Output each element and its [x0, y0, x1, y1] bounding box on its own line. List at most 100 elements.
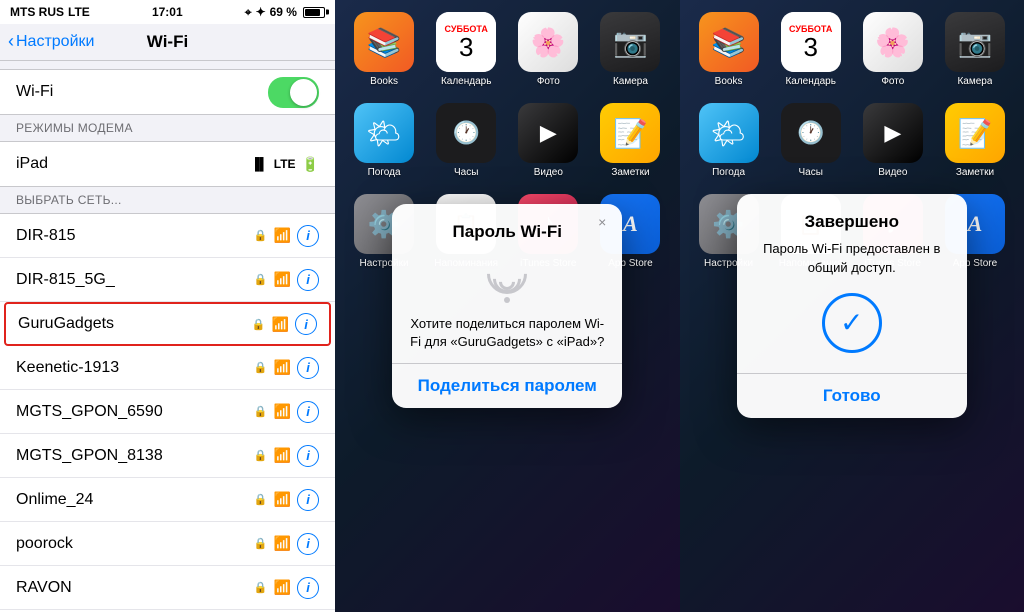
app-icon[interactable]: ▶ Видео: [860, 103, 926, 178]
back-chevron-icon: ‹: [8, 31, 14, 52]
app-icon-img: 🕐: [436, 103, 496, 163]
wifi-signal-icon: 📶: [274, 403, 291, 420]
modem-row[interactable]: iPad ▐▌ LTE 🔋: [0, 142, 335, 186]
wifi-dialog-title: Пароль Wi-Fi: [453, 222, 562, 242]
app-icon-img: 📚: [354, 12, 414, 72]
wifi-signal-icon: 📶: [274, 227, 291, 244]
back-button[interactable]: ‹ Настройки: [8, 32, 94, 52]
network-right: 🔒📶i: [254, 269, 319, 291]
app-icon[interactable]: 📚 Books: [351, 12, 417, 87]
checkmark-icon: ✓: [840, 309, 863, 337]
network-row[interactable]: DIR-815_5G_ 🔒📶i: [0, 258, 335, 302]
network-row[interactable]: GuruGadgets🔒📶i: [4, 302, 331, 346]
wifi-toggle-switch[interactable]: [268, 77, 319, 108]
info-button[interactable]: i: [297, 577, 319, 599]
network-right: 🔒 📶 i: [254, 401, 319, 423]
wifi-signal-icon: 📶: [274, 535, 291, 552]
dialog-close-btn[interactable]: ×: [592, 212, 612, 232]
app-icon-img: ▶: [863, 103, 923, 163]
app-name-label: Погода: [712, 167, 745, 178]
wifi-dot: [504, 297, 510, 303]
app-icon[interactable]: 🕐Часы: [778, 103, 844, 178]
done-dialog-body: Завершено Пароль Wi-Fi предоставлен в об…: [737, 194, 967, 372]
wifi-dialog-icon: [487, 254, 527, 303]
network-row[interactable]: poorock🔒📶i: [0, 522, 335, 566]
network-right: 🔒📶i: [254, 489, 319, 511]
app-icon[interactable]: 🌤Погода: [351, 103, 417, 178]
info-button[interactable]: i: [297, 489, 319, 511]
app-name-label: Часы: [798, 167, 822, 178]
info-button[interactable]: i: [297, 269, 319, 291]
app-name-label: Календарь: [785, 76, 835, 87]
lte-label: LTE: [274, 157, 296, 171]
share-password-button[interactable]: Поделиться паролем: [392, 364, 622, 408]
app-name-label: Видео: [878, 167, 907, 178]
info-button[interactable]: i: [297, 533, 319, 555]
app-icon-img: Суббота3: [436, 12, 496, 72]
network-name: GuruGadgets: [18, 315, 114, 333]
network-row[interactable]: Onlime_24 🔒📶i: [0, 478, 335, 522]
info-button[interactable]: i: [297, 357, 319, 379]
network-row[interactable]: Keenetic-1913🔒📶i: [0, 346, 335, 390]
lock-icon: 🔒: [254, 493, 268, 506]
app-icon[interactable]: 📚 Books: [696, 12, 762, 87]
app-icon[interactable]: Суббота3Календарь: [433, 12, 499, 87]
app-icon[interactable]: 📝Заметки: [942, 103, 1008, 178]
network-right: 🔒📶i: [254, 533, 319, 555]
modem-right: ▐▌ LTE 🔋: [251, 156, 319, 173]
app-name-label: Заметки: [611, 167, 649, 178]
wifi-dialog-body: × Пароль Wi-Fi Хотите поделиться паролем…: [392, 204, 622, 363]
app-name-label: Books: [715, 76, 743, 87]
app-icon[interactable]: 📷Камера: [942, 12, 1008, 87]
network-row[interactable]: MGTS_GPON_6590 🔒 📶 i: [0, 390, 335, 434]
lock-icon: 🔒: [254, 229, 268, 242]
app-icon-img: 🌸: [518, 12, 578, 72]
info-button[interactable]: i: [297, 225, 319, 247]
wifi-toggle-section: Wi-Fi: [0, 69, 335, 115]
app-name-label: Погода: [368, 167, 401, 178]
app-icon-img: 📷: [600, 12, 660, 72]
network-row[interactable]: DIR-815 🔒 📶 i: [0, 214, 335, 258]
network-name: DIR-815_5G_: [16, 271, 115, 289]
done-button[interactable]: Готово: [737, 374, 967, 418]
page-title: Wi-Fi: [147, 32, 188, 52]
done-dialog-text: Пароль Wi-Fi предоставлен в общий доступ…: [753, 240, 951, 276]
network-name: DIR-815: [16, 227, 76, 245]
network-name: RAVON: [16, 579, 72, 597]
nav-bar: ‹ Настройки Wi-Fi: [0, 24, 335, 61]
signal-bars-icon: ▐▌: [251, 157, 268, 171]
app-icon[interactable]: Суббота3Календарь: [778, 12, 844, 87]
wifi-toggle-row[interactable]: Wi-Fi: [16, 70, 319, 114]
status-bar: MTS RUS LTE 17:01 ⌖ ✦ 69 %: [0, 0, 335, 24]
time-label: 17:01: [152, 5, 183, 19]
app-icon[interactable]: 🌸 Фото: [515, 12, 581, 87]
app-icon-img: 📷: [945, 12, 1005, 72]
info-button[interactable]: i: [297, 401, 319, 423]
modem-section: iPad ▐▌ LTE 🔋: [0, 141, 335, 187]
network-name: MGTS_GPON_6590: [16, 403, 163, 421]
network-name: poorock: [16, 535, 73, 553]
app-icon[interactable]: 📝Заметки: [597, 103, 663, 178]
app-name-label: Фото: [537, 76, 560, 87]
network-row[interactable]: RAVON 🔒 📶 i: [0, 566, 335, 610]
app-name-label: Видео: [534, 167, 563, 178]
network-name: Onlime_24: [16, 491, 93, 509]
wifi-signal-icon: 📶: [274, 579, 291, 596]
app-icon[interactable]: 🌸Фото: [860, 12, 926, 87]
info-button[interactable]: i: [297, 445, 319, 467]
wifi-password-dialog: × Пароль Wi-Fi Хотите поделиться паролем…: [392, 204, 622, 408]
network-row[interactable]: MGTS_GPON_8138🔒📶i: [0, 434, 335, 478]
app-icon[interactable]: 📷 Камера: [597, 12, 663, 87]
app-name-label: Фото: [881, 76, 904, 87]
app-name-label: Books: [370, 76, 398, 87]
app-icon[interactable]: ▶Видео: [515, 103, 581, 178]
app-icon[interactable]: 🕐Часы: [433, 103, 499, 178]
lock-icon: 🔒: [254, 405, 268, 418]
networks-list: DIR-815🔒📶iDIR-815_5G_🔒📶iGuruGadgets🔒📶iKe…: [0, 213, 335, 612]
lock-icon: 🔒: [254, 581, 268, 594]
info-button[interactable]: i: [295, 313, 317, 335]
app-icon-img: 📚: [699, 12, 759, 72]
app-icon[interactable]: 🌤Погода: [696, 103, 762, 178]
settings-content: Wi-Fi РЕЖИМЫ МОДЕМА iPad ▐▌ LTE 🔋 ВЫБРАТ…: [0, 61, 335, 612]
app-name-label: Камера: [613, 76, 648, 87]
